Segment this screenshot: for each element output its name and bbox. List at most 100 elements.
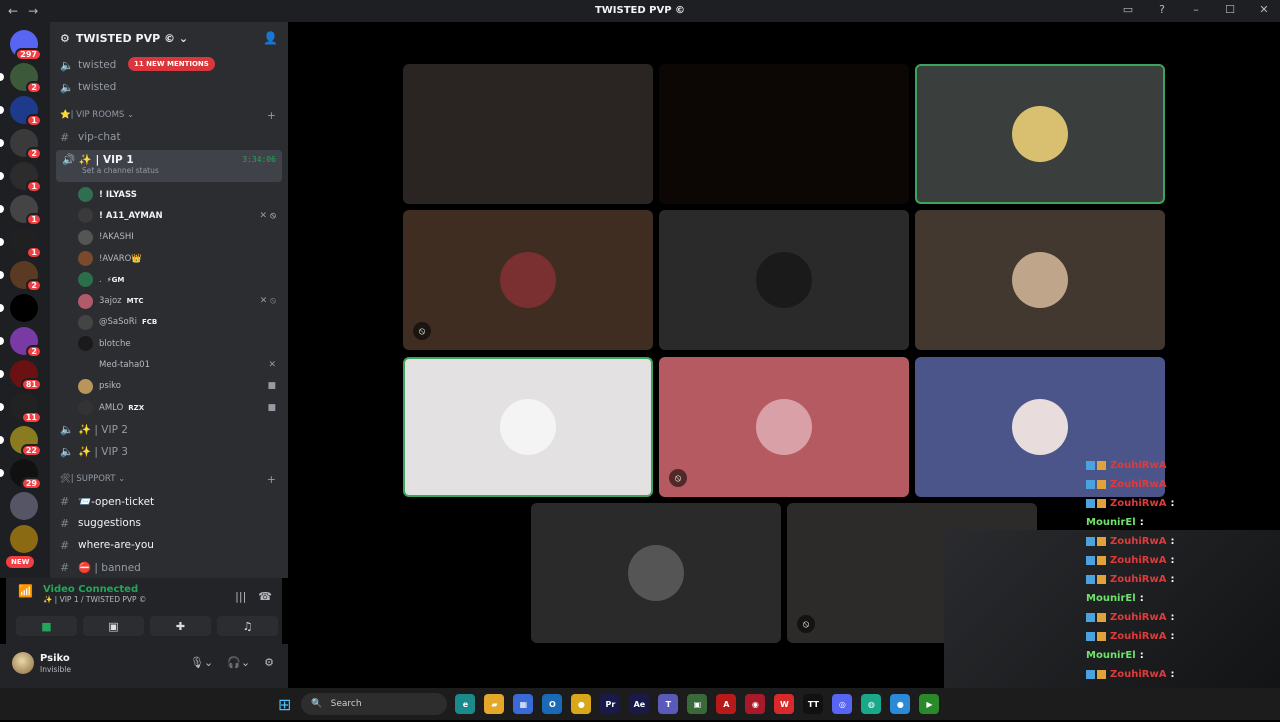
server-icon[interactable]: 29 (0, 459, 42, 490)
camera-icon: ■ (41, 619, 52, 633)
inbox-icon[interactable]: ▭ (1120, 3, 1136, 16)
maximize-icon[interactable]: ☐ (1222, 3, 1238, 16)
user-name[interactable]: Psiko (40, 653, 70, 664)
category-support[interactable]: 🛠| SUPPORT ⌄ + (50, 468, 288, 490)
camera-button[interactable]: ■ (16, 616, 77, 636)
voice-member[interactable]: !AVARO👑 (50, 248, 288, 269)
server-icon[interactable]: 81 (0, 360, 42, 391)
signal-icon[interactable]: 📶 (18, 584, 33, 604)
text-channel-vip-chat[interactable]: # vip-chat (50, 126, 288, 148)
server-icon[interactable]: 22 (0, 426, 42, 457)
voice-member[interactable]: @SaSoRi FCB (50, 312, 288, 333)
outlook-icon[interactable]: O (542, 694, 563, 714)
server-icon[interactable] (0, 294, 38, 322)
text-channel-open-ticket[interactable]: # 📨-open-ticket (50, 490, 288, 512)
acrobat-icon[interactable]: A (716, 694, 737, 714)
voice-member[interactable]: !AKASHI (50, 227, 288, 248)
video-tile[interactable] (531, 503, 781, 643)
text-channel-where-are-you[interactable]: # where-are-you (50, 534, 288, 556)
add-channel-icon[interactable]: + (267, 109, 276, 122)
video-tile[interactable] (659, 210, 909, 350)
screen-share-button[interactable]: ▣ (83, 616, 144, 636)
wps-icon[interactable]: W (774, 694, 795, 714)
valorant-icon[interactable]: ◉ (745, 694, 766, 714)
text-channel-banned[interactable]: # ⛔ | banned (50, 556, 288, 578)
voice-status[interactable]: Video Connected (43, 584, 146, 595)
microphone-icon[interactable]: 🎙⌄ (190, 656, 213, 669)
server-icon[interactable] (10, 525, 38, 553)
chrome-icon[interactable]: ● (571, 694, 592, 714)
server-icon[interactable]: 1 (0, 96, 42, 127)
headphones-icon[interactable]: 🎧⌄ (227, 656, 250, 669)
server-icon[interactable]: 2 (0, 63, 42, 94)
mute-status-icon: ✕ ⦸ (259, 296, 276, 307)
add-member-icon[interactable]: 👤 (263, 31, 278, 45)
voice-member[interactable]: Med-taha01 ✕ (50, 354, 288, 375)
discord-icon[interactable]: ◎ (832, 694, 853, 714)
minecraft-icon[interactable]: ▣ (687, 694, 708, 714)
voice-channel-vip1[interactable]: 🔊 ✨ | VIP 1 3:34:06 Set a channel status (56, 150, 282, 182)
server-icon[interactable]: 2 (0, 261, 42, 292)
server-icon[interactable]: 297 (10, 30, 42, 61)
chrome-dev-icon[interactable]: ● (890, 694, 911, 714)
windows-start-icon[interactable]: ⊞ (278, 695, 291, 714)
voice-member[interactable]: psiko ■ (50, 376, 288, 397)
edge-icon[interactable]: e (455, 694, 476, 714)
voice-member[interactable]: ! A11_AYMAN ✕ ⦸ (50, 205, 288, 226)
guild-icon: ⚙ (60, 31, 70, 45)
voice-member[interactable]: . ⚡GM (50, 269, 288, 290)
voice-channel-path[interactable]: ✨ | VIP 1 / TWISTED PVP © (43, 595, 146, 604)
noise-suppression-icon[interactable]: ||| (235, 590, 246, 603)
soundboard-button[interactable]: ♫ (217, 616, 278, 636)
server-icon[interactable]: 1 (0, 162, 42, 193)
video-tile[interactable] (403, 357, 653, 497)
voice-member[interactable]: ! ILYASS (50, 184, 288, 205)
app-icon[interactable]: ◍ (861, 694, 882, 714)
category-vip-rooms[interactable]: ⭐| VIP ROOMS ⌄ + (50, 104, 288, 126)
text-channel-suggestions[interactable]: # suggestions (50, 512, 288, 534)
premiere-icon[interactable]: Pr (600, 694, 621, 714)
video-tile[interactable]: ⦸ (659, 357, 909, 497)
taskbar-search[interactable]: 🔍 Search (301, 693, 448, 715)
mention-badge: 297 (15, 48, 42, 61)
server-icon[interactable]: 1 (0, 228, 42, 259)
activity-button[interactable]: ✚ (150, 616, 211, 636)
server-icon[interactable]: 2 (0, 129, 42, 160)
voice-members: ! ILYASS ! A11_AYMAN ✕ ⦸ !AKASHI !AVARO👑. ⚡GM… (50, 184, 288, 418)
video-tile[interactable]: ⦸ (403, 210, 653, 350)
help-icon[interactable]: ? (1154, 3, 1170, 16)
voice-member[interactable]: blotche (50, 333, 288, 354)
minimize-icon[interactable]: – (1188, 3, 1204, 16)
guild-header[interactable]: ⚙ TWISTED PVP © ⌄ 👤 (50, 22, 288, 54)
new-mentions-badge[interactable]: 11 NEW MENTIONS (128, 57, 215, 71)
voice-channel-vip2[interactable]: 🔈 ✨ | VIP 2 (50, 418, 288, 440)
aftereffects-icon[interactable]: Ae (629, 694, 650, 714)
disconnect-icon[interactable]: ☎ (258, 590, 272, 603)
explorer-icon[interactable]: ▰ (484, 694, 505, 714)
play-icon[interactable]: ▶ (919, 694, 940, 714)
server-icon[interactable]: 1 (0, 195, 42, 226)
server-icon[interactable]: 2 (0, 327, 42, 358)
voice-channel-vip3[interactable]: 🔈 ✨ | VIP 3 (50, 440, 288, 462)
video-tile[interactable] (915, 210, 1165, 350)
tiktok-icon[interactable]: TT (803, 694, 824, 714)
server-icon[interactable] (10, 492, 38, 520)
voice-channel-twisted[interactable]: 🔈 twisted 11 NEW MENTIONS (50, 54, 288, 76)
add-channel-icon[interactable]: + (267, 473, 276, 486)
server-icon[interactable]: 11 (0, 393, 42, 424)
channel-status[interactable]: Set a channel status (82, 166, 276, 175)
teams-icon[interactable]: T (658, 694, 679, 714)
avatar[interactable] (12, 652, 34, 674)
voice-member[interactable]: 3ajoz MTC ✕ ⦸ (50, 290, 288, 311)
video-tile[interactable] (915, 64, 1165, 204)
voice-channel-twisted-2[interactable]: 🔈 twisted (50, 76, 288, 98)
voice-member[interactable]: AMLO RZX ■ (50, 397, 288, 418)
badge-icon (1086, 613, 1095, 622)
video-tile[interactable] (659, 64, 909, 204)
close-icon[interactable]: ✕ (1256, 3, 1272, 16)
new-unreads-badge[interactable]: NEW (6, 556, 35, 568)
settings-icon[interactable]: ⚙ (264, 656, 274, 669)
avatar (78, 314, 93, 330)
store-icon[interactable]: ▦ (513, 694, 534, 714)
video-tile[interactable] (403, 64, 653, 204)
